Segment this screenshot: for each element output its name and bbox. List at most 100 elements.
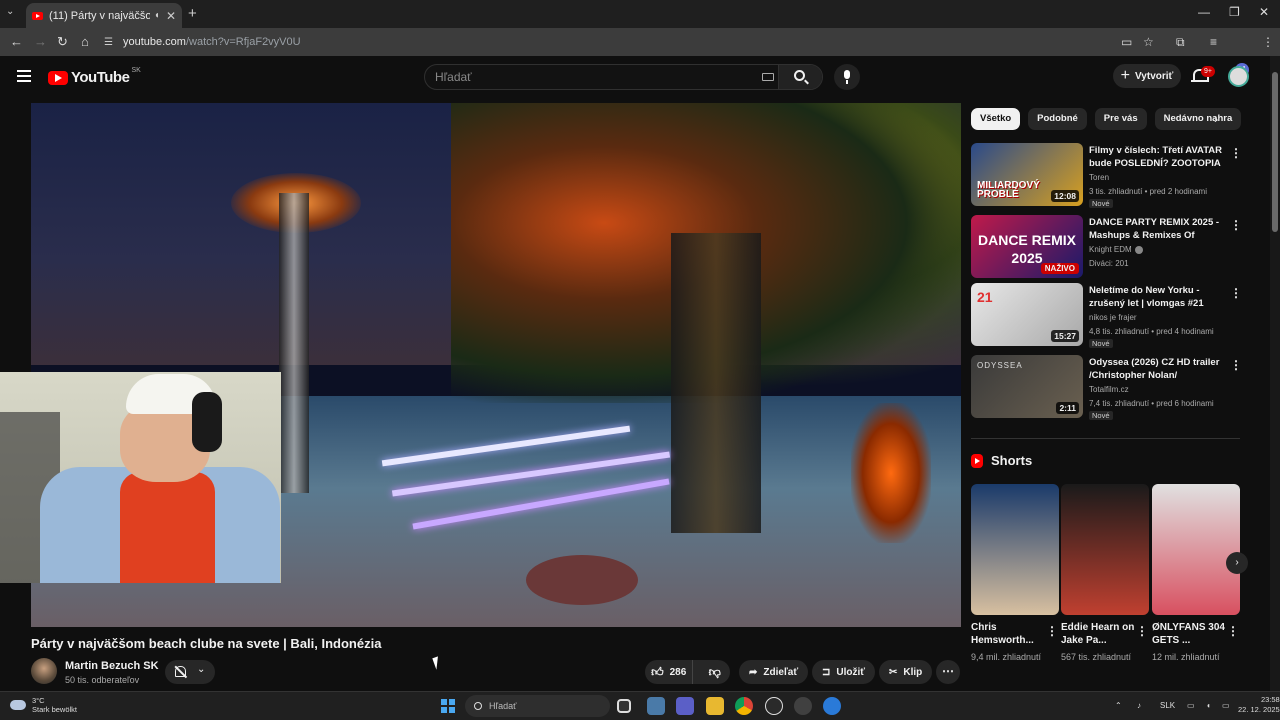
recommended-channel[interactable]: nikos je frajer	[1089, 313, 1137, 322]
share-icon: ➦	[749, 666, 758, 678]
create-button[interactable]: + Vytvoriť	[1113, 64, 1181, 88]
short-thumbnail[interactable]	[1152, 484, 1240, 615]
page-scrollbar[interactable]	[1270, 56, 1280, 691]
more-options-icon[interactable]: ⋮	[1227, 624, 1239, 638]
dislike-button[interactable]: 👎︎	[699, 665, 730, 680]
windows-start-icon[interactable]	[441, 699, 455, 713]
taskbar-search[interactable]: Hľadať	[465, 695, 610, 717]
widgets-icon[interactable]	[647, 697, 665, 715]
share-button[interactable]: ➦ Zdieľať	[739, 660, 809, 684]
chip-all[interactable]: Všetko	[971, 108, 1021, 130]
subscription-button[interactable]: ⌄	[165, 660, 215, 684]
save-button[interactable]: ⊐ Uložiť	[812, 660, 876, 684]
short-thumbnail[interactable]	[1061, 484, 1149, 615]
tray-chevron-icon[interactable]: ⌃	[1115, 701, 1122, 710]
more-options-icon[interactable]: ⋮	[1046, 624, 1058, 638]
short-thumbnail[interactable]	[971, 484, 1059, 615]
video-thumbnail[interactable]: DANCE REMIX 2025 NAŽIVO	[971, 215, 1083, 278]
clip-button[interactable]: ✂ Klip	[879, 660, 933, 684]
cast-icon[interactable]: ▭	[1121, 35, 1132, 49]
recommended-video[interactable]: MILIARDOVÝ PROBLÉ 12:08 Filmy v číslech:…	[971, 143, 1242, 208]
battery-icon[interactable]: ▭	[1222, 701, 1230, 710]
search-input[interactable]	[425, 65, 745, 89]
video-thumbnail[interactable]: 21 15:27	[971, 283, 1083, 346]
volume-icon[interactable]: ◖	[1206, 701, 1211, 710]
system-clock[interactable]: 23:58 22. 12. 2025	[1238, 695, 1280, 715]
browser-tab[interactable]: (11) Párty v najväčšom beac ◖ ✕	[26, 3, 182, 28]
app-icon[interactable]	[823, 697, 841, 715]
short-item[interactable]: Eddie Hearn on Jake Pa... 567 tis. zhlia…	[1061, 484, 1149, 663]
recommended-channel[interactable]: Totalfilm.cz	[1089, 385, 1129, 394]
chevron-right-icon[interactable]: ›	[1214, 112, 1218, 126]
recommended-video[interactable]: ODYSSEA 2:11 Odyssea (2026) CZ HD traile…	[971, 355, 1242, 420]
new-tab-button[interactable]: +	[188, 5, 197, 22]
extensions-icon[interactable]: ⧉	[1176, 35, 1185, 50]
maximize-icon[interactable]: ❐	[1229, 5, 1240, 19]
video-title: Párty v najväčšom beach clube na svete |…	[31, 636, 382, 651]
app-icon[interactable]	[765, 697, 783, 715]
file-explorer-icon[interactable]	[706, 697, 724, 715]
more-options-icon[interactable]: ⋮	[1230, 358, 1242, 372]
recommended-title[interactable]: DANCE PARTY REMIX 2025 - Mashups & Remix…	[1089, 216, 1229, 243]
recommended-channel[interactable]: Toren	[1089, 173, 1109, 182]
close-tab-icon[interactable]: ✕	[166, 9, 176, 23]
recommended-video[interactable]: 21 15:27 Neletíme do New Yorku - zrušený…	[971, 283, 1242, 348]
like-button[interactable]: 👍︎ 286	[645, 660, 694, 684]
weather-widget[interactable]: 3°C Stark bewölkt	[10, 696, 77, 714]
scrollbar-thumb[interactable]	[1272, 72, 1278, 232]
shorts-next-button[interactable]: ›	[1226, 552, 1248, 574]
voice-search-icon[interactable]	[834, 64, 860, 90]
language-indicator[interactable]: SLK	[1160, 701, 1175, 710]
forward-icon[interactable]: →	[34, 34, 47, 49]
more-options-icon[interactable]: ⋮	[1230, 146, 1242, 160]
recommended-video[interactable]: DANCE REMIX 2025 NAŽIVO DANCE PARTY REMI…	[971, 215, 1242, 279]
recommended-channel[interactable]: Knight EDM	[1089, 245, 1143, 254]
steam-icon[interactable]	[794, 697, 812, 715]
more-actions-button[interactable]: ⋯	[936, 660, 960, 684]
chip-related[interactable]: Podobné	[1028, 108, 1087, 130]
short-item[interactable]: Chris Hemsworth... 9,4 mil. zhliadnutí ⋮	[971, 484, 1059, 663]
search-icon	[794, 70, 805, 81]
close-window-icon[interactable]: ✕	[1259, 5, 1269, 19]
recommended-title[interactable]: Odyssea (2026) CZ HD trailer /Christophe…	[1089, 356, 1229, 382]
scissors-icon: ✂	[889, 666, 898, 678]
site-info-icon[interactable]: ☰	[104, 37, 113, 48]
channel-avatar[interactable]	[31, 658, 57, 684]
more-options-icon[interactable]: ⋮	[1230, 218, 1242, 232]
bookmark-star-icon[interactable]: ☆	[1143, 35, 1154, 49]
audio-icon[interactable]: ◖	[154, 10, 160, 21]
short-title[interactable]: Eddie Hearn on Jake Pa...	[1061, 621, 1137, 647]
back-icon[interactable]: ←	[10, 34, 23, 49]
video-thumbnail[interactable]: MILIARDOVÝ PROBLÉ 12:08	[971, 143, 1083, 206]
short-title[interactable]: ØNLYFANS 304 GETS ...	[1152, 621, 1228, 647]
teams-icon[interactable]	[676, 697, 694, 715]
chrome-icon[interactable]	[735, 697, 753, 715]
browser-menu-icon[interactable]: ⋮	[1262, 35, 1274, 49]
home-icon[interactable]: ⌂	[81, 34, 89, 49]
tab-search-icon[interactable]: ⌄	[6, 6, 14, 17]
menu-icon[interactable]	[17, 70, 31, 82]
url-field[interactable]: ☰ youtube.com/watch?v=RfjaF2vyV0U	[104, 32, 1134, 52]
account-avatar[interactable]	[1228, 66, 1249, 87]
minimize-icon[interactable]: —	[1198, 5, 1210, 19]
clock-date: 22. 12. 2025	[1238, 705, 1280, 714]
youtube-logo[interactable]: YouTube SK	[48, 67, 141, 86]
network-icon[interactable]: ▭	[1187, 701, 1195, 710]
more-options-icon[interactable]: ⋮	[1136, 624, 1148, 638]
task-view-icon[interactable]	[617, 699, 631, 713]
chip-recent[interactable]: Nedávno nahra	[1154, 108, 1242, 130]
short-title[interactable]: Chris Hemsworth...	[971, 621, 1047, 647]
live-badge: NAŽIVO	[1040, 263, 1079, 274]
chip-for-you[interactable]: Pre vás	[1094, 108, 1147, 130]
keyboard-icon[interactable]	[762, 73, 774, 81]
channel-name[interactable]: Martin Bezuch SK	[65, 660, 159, 672]
microphone-icon[interactable]: ♪	[1137, 701, 1141, 710]
reload-icon[interactable]: ↻	[57, 34, 68, 50]
recommended-title[interactable]: Neletíme do New Yorku - zrušený let | vl…	[1089, 284, 1229, 310]
search-button[interactable]	[778, 65, 822, 89]
short-item[interactable]: ØNLYFANS 304 GETS ... 12 mil. zhliadnutí…	[1152, 484, 1240, 663]
more-options-icon[interactable]: ⋮	[1230, 286, 1242, 300]
recommended-title[interactable]: Filmy v číslech: Třetí AVATAR bude POSLE…	[1089, 144, 1229, 171]
reading-list-icon[interactable]: ≡	[1210, 35, 1217, 49]
video-thumbnail[interactable]: ODYSSEA 2:11	[971, 355, 1083, 418]
